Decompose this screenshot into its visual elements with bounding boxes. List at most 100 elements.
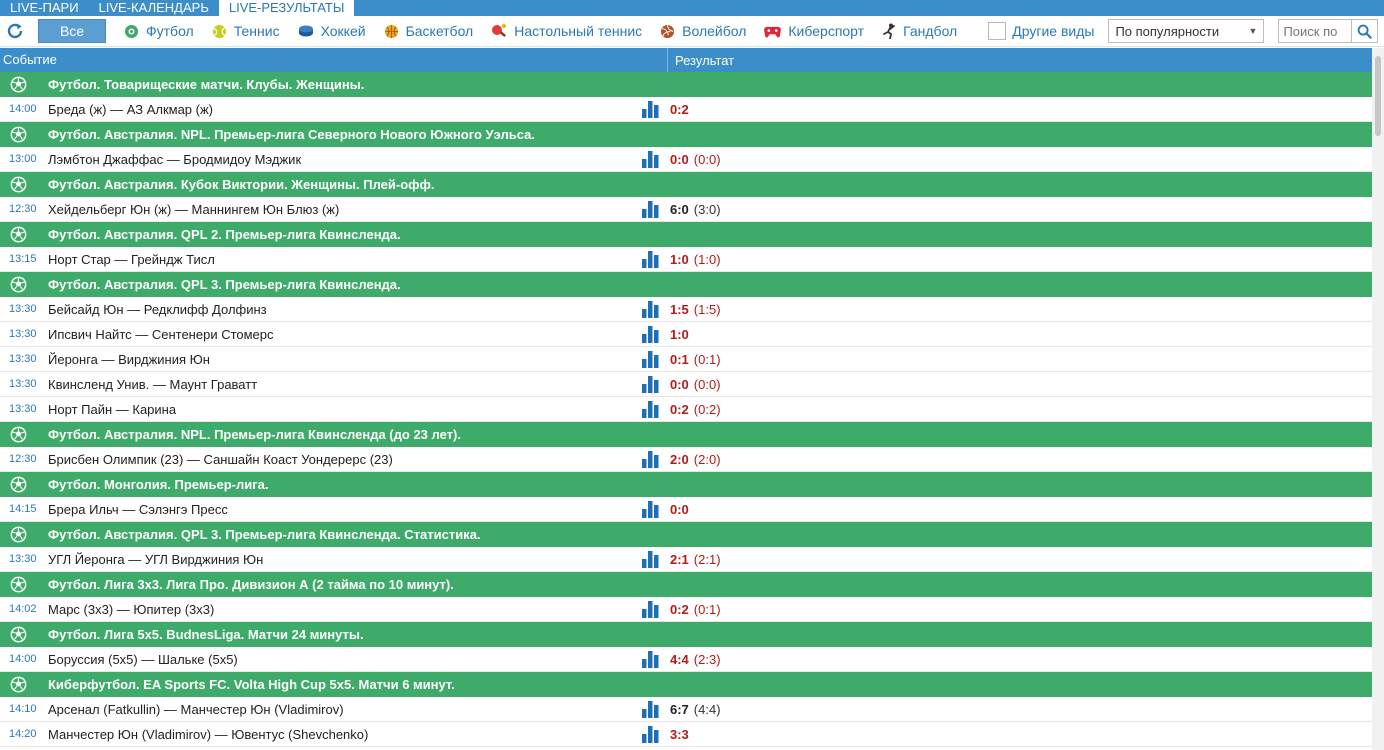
league-title: Футбол. Австралия. QPL 3. Премьер-лига К…: [48, 527, 481, 542]
soccer-ball-icon: [0, 576, 48, 593]
match-score: 4:4: [670, 651, 689, 667]
search-icon[interactable]: [1351, 20, 1377, 42]
match-time: 12:30: [9, 203, 37, 215]
statistics-bar-chart-icon[interactable]: [642, 100, 670, 118]
league-title: Киберфутбол. EA Sports FC. Volta High Cu…: [48, 677, 455, 692]
match-teams: Бреда (ж) — АЗ Алкмар (ж): [48, 101, 214, 117]
statistics-bar-chart-icon[interactable]: [642, 650, 670, 668]
league-header[interactable]: Футбол. Австралия. QPL 3. Премьер-лига К…: [0, 272, 1372, 297]
sport-filter-football[interactable]: Футбол: [124, 23, 194, 39]
match-row[interactable]: 13:30 Квинсленд Унив. — Маунт Граватт 0:0(…: [0, 372, 1372, 397]
soccer-ball-icon: [0, 126, 48, 143]
match-time: 14:20: [9, 728, 37, 740]
match-row[interactable]: 14:02 Марс (3х3) — Юпитер (3х3) 0:2 (0:1): [0, 597, 1372, 622]
match-row[interactable]: 13:30 Норт Пайн — Карина 0:2 (0:2): [0, 397, 1372, 422]
league-header[interactable]: Футбол. Австралия. NPL. Премьер-лига Кви…: [0, 422, 1372, 447]
match-row[interactable]: 12:30 Хейдельберг Юн (ж) — Маннингем Юн Б…: [0, 197, 1372, 222]
match-row[interactable]: 13:30 Бейсайд Юн — Редклифф Долфинз 1:5 (1:…: [0, 297, 1372, 322]
half-time-score: (1:5): [693, 301, 721, 317]
match-row[interactable]: 14:15 Брера Ильч — Сэлэнгэ Пресс 0:0: [0, 497, 1372, 522]
match-row[interactable]: 14:20 Манчестер Юн (Vladimirov) — Ювентус…: [0, 722, 1372, 747]
sport-label: Баскетбол: [405, 23, 474, 39]
statistics-bar-chart-icon[interactable]: [642, 400, 670, 418]
league-header[interactable]: Футбол. Австралия. QPL 3. Премьер-лига К…: [0, 522, 1372, 547]
match-row[interactable]: 13:30 УГЛ Йеронга — УГЛ Вирджиния Юн 2:1 (2…: [0, 547, 1372, 572]
tab-live-calendar[interactable]: LIVE-КАЛЕНДАРЬ: [89, 0, 219, 16]
statistics-bar-chart-icon[interactable]: [642, 375, 670, 393]
match-teams: Ипсвич Найтс — Сентенери Стомерс: [48, 326, 274, 342]
match-row[interactable]: 14:00 Боруссия (5х5) — Шальке (5х5) 4:4 (2:…: [0, 647, 1372, 672]
sport-label: Теннис: [233, 23, 280, 39]
half-time-score: (0:1): [693, 601, 721, 617]
sport-filter-volleyball[interactable]: Волейбол: [660, 23, 746, 39]
scrollbar-track[interactable]: [1372, 48, 1384, 750]
column-header-result: Результат: [675, 52, 735, 68]
league-header[interactable]: Футбол. Лига 5х5. BudnesLiga. Матчи 24 м…: [0, 622, 1372, 647]
match-score: 0:0: [670, 376, 689, 392]
match-row[interactable]: 14:00 Бреда (ж) — АЗ Алкмар (ж) 0:2: [0, 97, 1372, 122]
half-time-score: (2:3): [693, 651, 721, 667]
match-row[interactable]: 13:00 Лэмбтон Джаффас — Бродмидоу Мэджик 0…: [0, 147, 1372, 172]
statistics-bar-chart-icon[interactable]: [642, 200, 670, 218]
statistics-bar-chart-icon[interactable]: [642, 600, 670, 618]
statistics-bar-chart-icon[interactable]: [642, 700, 670, 718]
tab-live-bets[interactable]: LIVE-ПАРИ: [0, 0, 89, 16]
league-title: Футбол. Товарищеские матчи. Клубы. Женщи…: [48, 77, 365, 92]
match-score: 2:1: [670, 551, 689, 567]
league-header[interactable]: Футбол. Товарищеские матчи. Клубы. Женщи…: [0, 72, 1372, 97]
league-header[interactable]: Футбол. Австралия. Кубок Виктории. Женщи…: [0, 172, 1372, 197]
statistics-bar-chart-icon[interactable]: [642, 150, 670, 168]
sport-filter-handball[interactable]: Гандбол: [882, 23, 957, 39]
statistics-bar-chart-icon[interactable]: [642, 300, 670, 318]
match-teams: Хейдельберг Юн (ж) — Маннингем Юн Блюз (…: [48, 201, 340, 217]
column-header-event: Событие: [0, 48, 668, 72]
sport-filter-tennis[interactable]: Теннис: [212, 23, 280, 39]
league-title: Футбол. Австралия. NPL. Премьер-лига Сев…: [48, 127, 535, 142]
half-time-score: (2:1): [693, 551, 721, 567]
match-teams: Норт Пайн — Карина: [48, 401, 177, 417]
match-row[interactable]: 13:30 Йеронга — Вирджиния Юн 0:1 (0:1): [0, 347, 1372, 372]
statistics-bar-chart-icon[interactable]: [642, 500, 670, 518]
match-row[interactable]: 12:30 Брисбен Олимпик (23) — Саншайн Коас…: [0, 447, 1372, 472]
match-row[interactable]: 13:30 Ипсвич Найтс — Сентенери Стомерс 1:0: [0, 322, 1372, 347]
sport-label: Волейбол: [682, 23, 747, 39]
statistics-bar-chart-icon[interactable]: [642, 325, 670, 343]
statistics-bar-chart-icon[interactable]: [642, 450, 670, 468]
tab-live-results[interactable]: LIVE-РЕЗУЛЬТАТЫ: [218, 0, 355, 16]
match-score: 1:0: [670, 251, 689, 267]
league-title: Футбол. Монголия. Премьер-лига.: [48, 477, 269, 492]
league-header[interactable]: Футбол. Монголия. Премьер-лига.: [0, 472, 1372, 497]
other-sports-checkbox[interactable]: [988, 22, 1007, 40]
sport-filter-table-tennis[interactable]: Настольный теннис: [491, 23, 642, 39]
statistics-bar-chart-icon[interactable]: [642, 550, 670, 568]
refresh-icon[interactable]: [0, 16, 30, 47]
league-title: Футбол. Австралия. NPL. Премьер-лига Кви…: [48, 427, 461, 442]
statistics-bar-chart-icon[interactable]: [642, 350, 670, 368]
results-table-header: Событие Результат: [0, 48, 1372, 72]
half-time-score: (3:0): [693, 201, 721, 217]
match-teams: Лэмбтон Джаффас — Бродмидоу Мэджик: [48, 151, 302, 167]
match-teams: УГЛ Йеронга — УГЛ Вирджиния Юн: [48, 551, 264, 567]
soccer-ball-icon: [124, 24, 139, 38]
match-score: 0:0: [670, 151, 689, 167]
statistics-bar-chart-icon[interactable]: [642, 725, 670, 743]
league-header[interactable]: Футбол. Лига 3х3. Лига Про. Дивизион А (…: [0, 572, 1372, 597]
search-box: [1278, 19, 1379, 43]
sport-filter-basketball[interactable]: Баскетбол: [384, 23, 474, 39]
league-header[interactable]: Киберфутбол. EA Sports FC. Volta High Cu…: [0, 672, 1372, 697]
search-input[interactable]: [1279, 20, 1352, 42]
scrollbar-thumb[interactable]: [1375, 56, 1381, 136]
league-header[interactable]: Футбол. Австралия. QPL 2. Премьер-лига К…: [0, 222, 1372, 247]
match-row[interactable]: 13:15 Норт Стар — Грейндж Тисл 1:0 (1:0): [0, 247, 1372, 272]
league-header[interactable]: Футбол. Австралия. NPL. Премьер-лига Сев…: [0, 122, 1372, 147]
half-time-score: (0:0): [693, 151, 721, 167]
tennis-ball-icon: [212, 24, 226, 38]
all-sports-button[interactable]: Все: [38, 19, 106, 43]
sport-filter-hockey[interactable]: Хоккей: [298, 23, 366, 39]
match-time: 14:15: [9, 503, 37, 515]
sort-select[interactable]: По популярности ▼: [1108, 19, 1265, 43]
statistics-bar-chart-icon[interactable]: [642, 250, 670, 268]
match-row[interactable]: 14:10 Арсенал (Fatkullin) — Манчестер Юн …: [0, 697, 1372, 722]
match-time: 13:30: [9, 403, 37, 415]
sport-filter-esports[interactable]: Киберспорт: [764, 23, 864, 39]
